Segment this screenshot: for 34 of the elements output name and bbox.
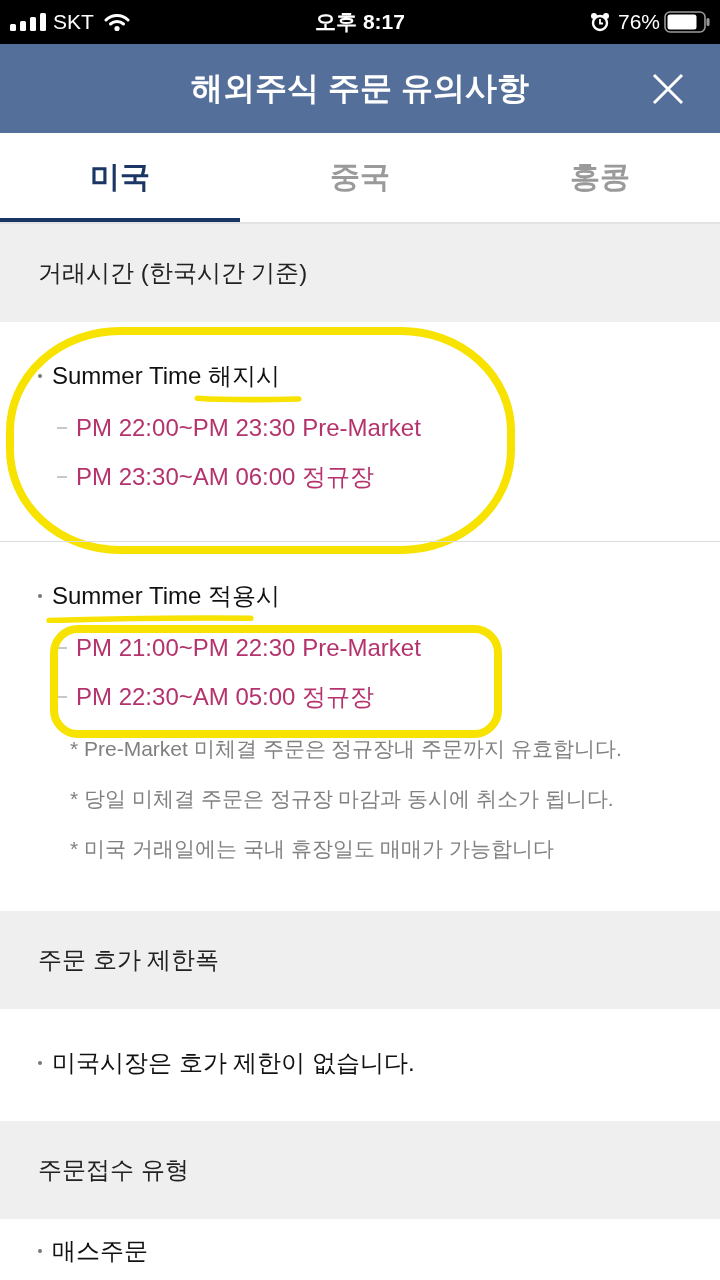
close-icon [652, 72, 684, 105]
trading-hours-text: PM 22:30~AM 05:00 정규장 [76, 681, 375, 712]
dash-icon [57, 646, 67, 649]
bullet-icon [38, 1061, 42, 1065]
heading-text: Summer Time 적용시 [52, 581, 281, 611]
carrier-name: SKT [53, 10, 94, 34]
battery-icon [664, 11, 710, 33]
page-title: 해외주식 주문 유의사항 [191, 68, 529, 108]
section-title: 거래시간 (한국시간 기준) [0, 224, 720, 322]
bullet-icon [38, 594, 42, 598]
alarm-clock-icon [589, 12, 610, 32]
status-time: 오후 8:17 [315, 9, 405, 35]
note-text: * Pre-Market 미체결 주문은 정규장내 주문까지 유효합니다. [69, 736, 623, 762]
dash-icon [57, 426, 67, 429]
section-title: 주문 호가 제한폭 [0, 911, 720, 1009]
wifi-icon [103, 12, 130, 32]
heading-text: 매스주문 [52, 1236, 148, 1266]
trading-hours-text: PM 22:00~PM 23:30 Pre-Market [76, 413, 421, 442]
trading-hours-text: PM 23:30~AM 06:00 정규장 [76, 461, 375, 492]
heading-text: 미국시장은 호가 제한이 없습니다. [52, 1048, 415, 1078]
tab[interactable]: 중국 [240, 133, 480, 222]
note-text: * 당일 미체결 주문은 정규장 마감과 동시에 취소가 됩니다. [69, 786, 615, 812]
trading-hours-text: PM 21:00~PM 22:30 Pre-Market [76, 633, 421, 662]
close-button[interactable] [652, 72, 684, 105]
tab[interactable]: 홍콩 [480, 133, 720, 222]
dash-icon [57, 695, 67, 698]
dash-icon [57, 475, 67, 478]
note-text: * 미국 거래일에는 국내 휴장일도 매매가 가능합니다 [69, 836, 556, 862]
bullet-icon [38, 374, 42, 378]
signal-icon [10, 12, 46, 32]
section-title: 주문접수 유형 [0, 1121, 720, 1219]
heading-text: Summer Time 해지시 [52, 361, 281, 391]
bullet-icon [38, 1249, 42, 1253]
battery-percent: 76% [617, 10, 660, 34]
